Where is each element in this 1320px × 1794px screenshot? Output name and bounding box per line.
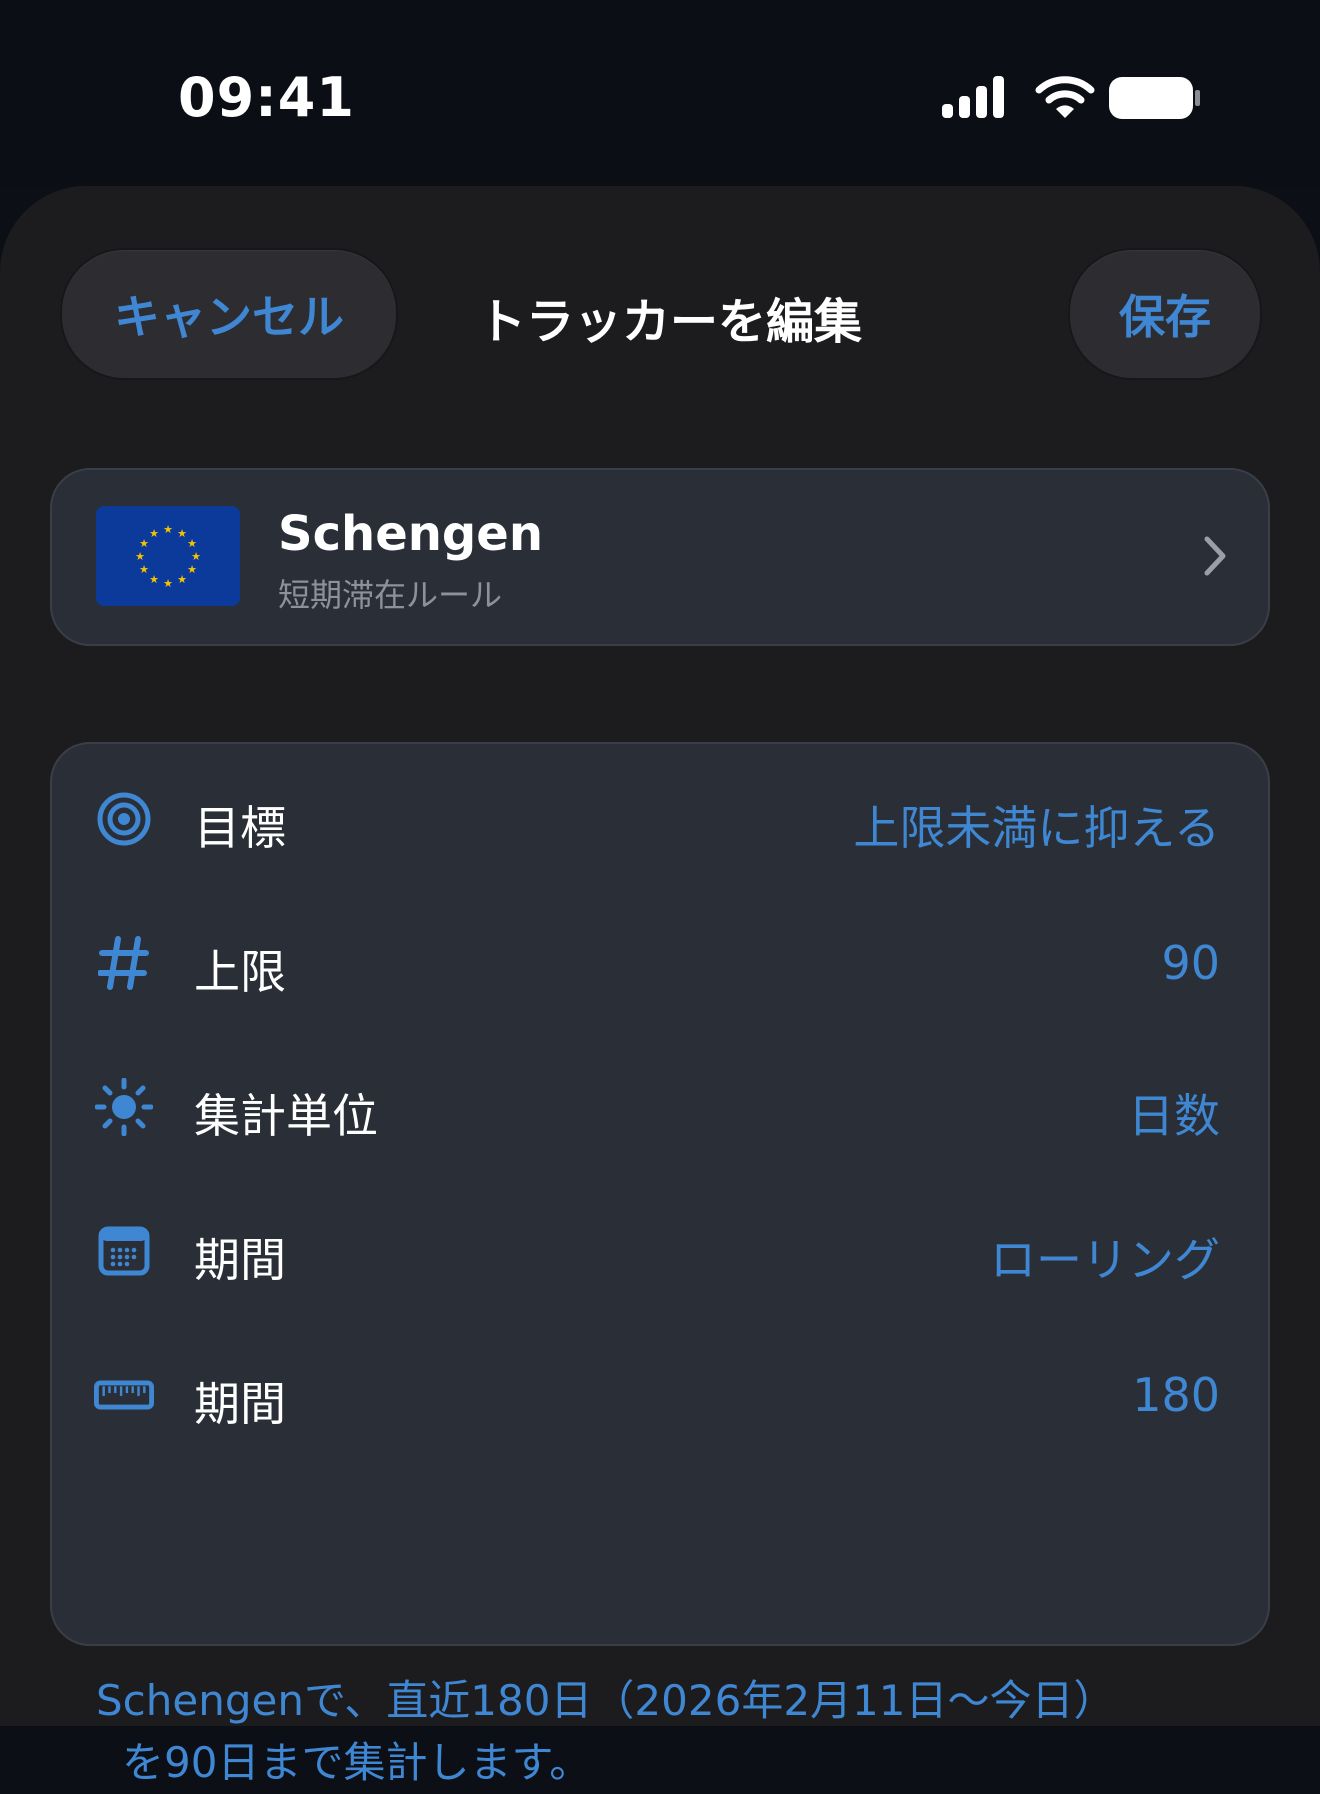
hash-icon [94,933,154,993]
eu-flag-icon: ★ ★ ★ ★ ★ ★ ★ ★ ★ ★ ★ ★ [96,506,240,606]
setting-row-period-type[interactable]: 期間 ローリング [52,1186,1268,1316]
svg-text:★: ★ [139,537,149,550]
svg-text:★: ★ [187,537,197,550]
svg-text:★: ★ [177,573,187,586]
setting-row-period-length[interactable]: 期間 180 [52,1330,1268,1460]
region-selector[interactable]: ★ ★ ★ ★ ★ ★ ★ ★ ★ ★ ★ ★ Schengen 短期滞在ルール [50,468,1270,646]
setting-label: 集計単位 [194,1089,378,1143]
svg-text:★: ★ [149,527,159,540]
settings-list: 目標 上限未満に抑える 上限 90 集計単位 日数 期間 ローリング 期間 18… [50,742,1270,1646]
setting-row-limit[interactable]: 上限 90 [52,898,1268,1028]
summary-line-2: を90日まで集計します。 [122,1738,592,1787]
setting-row-goal[interactable]: 目標 上限未満に抑える [52,754,1268,884]
region-name: Schengen [278,506,544,562]
sun-icon [94,1077,154,1137]
calendar-icon [94,1221,154,1281]
cancel-button[interactable]: キャンセル [60,248,398,380]
setting-value: 90 [1161,936,1220,990]
svg-text:★: ★ [149,573,159,586]
battery-icon [1109,77,1200,119]
region-subtitle: 短期滞在ルール [278,576,503,614]
setting-label: 期間 [194,1377,286,1431]
save-button[interactable]: 保存 [1068,248,1262,380]
svg-text:★: ★ [191,550,201,563]
svg-text:★: ★ [139,563,149,576]
status-time: 09:41 [178,66,355,129]
setting-label: 期間 [194,1233,286,1287]
chevron-right-icon [1204,536,1226,576]
cellular-signal-icon [942,76,1004,118]
edit-tracker-sheet: キャンセル トラッカーを編集 保存 ★ ★ ★ ★ ★ ★ ★ ★ ★ ★ ★ … [0,186,1320,1787]
target-icon [94,789,154,849]
setting-value: 上限未満に抑える [853,801,1220,855]
status-bar: 09:41 [0,0,1320,186]
setting-value: ローリング [990,1233,1220,1287]
svg-text:★: ★ [163,523,173,536]
svg-text:★: ★ [177,527,187,540]
svg-text:★: ★ [187,563,197,576]
summary-line-1: Schengenで、直近180日（2026年2月11日〜今日） [96,1676,1116,1725]
setting-row-unit[interactable]: 集計単位 日数 [52,1042,1268,1172]
sheet-title: トラッカーを編集 [477,294,862,350]
setting-label: 目標 [194,801,286,855]
svg-text:★: ★ [135,550,145,563]
ruler-icon [94,1365,154,1425]
setting-label: 上限 [194,945,286,999]
summary-note: Schengenで、直近180日（2026年2月11日〜今日） を90日まで集計… [96,1670,1236,1794]
wifi-icon [1035,76,1095,118]
setting-value: 日数 [1128,1089,1220,1143]
svg-text:★: ★ [163,577,173,590]
status-icons [940,76,1200,120]
setting-value: 180 [1132,1368,1220,1422]
